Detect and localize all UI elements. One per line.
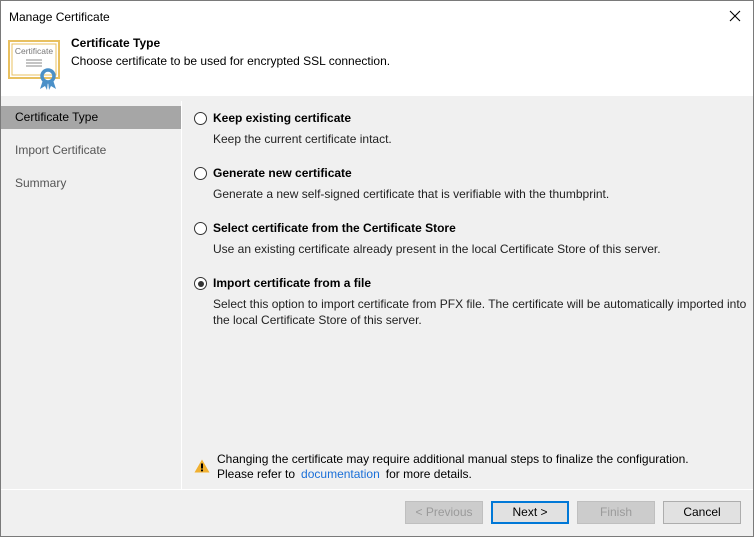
warning-suffix: for more details. — [385, 467, 472, 481]
option-label[interactable]: Select certificate from the Certificate … — [213, 221, 456, 235]
close-button[interactable] — [717, 1, 753, 31]
warning-prefix: Please refer to — [217, 467, 296, 481]
footer-divider — [1, 489, 753, 490]
warning-text-line2: Please refer to documentation for more det… — [217, 467, 472, 481]
warning-icon — [194, 459, 210, 473]
title-bar: Manage Certificate — [1, 1, 753, 33]
sidebar-item-summary[interactable]: Summary — [1, 172, 181, 195]
certificate-store-radio[interactable] — [194, 222, 207, 235]
option-description: Keep the current certificate intact. — [213, 132, 392, 146]
previous-button[interactable]: < Previous — [405, 501, 483, 524]
wizard-steps-sidebar: Certificate Type Import Certificate Summ… — [1, 101, 181, 489]
next-button[interactable]: Next > — [491, 501, 569, 524]
sidebar-item-certificate-type[interactable]: Certificate Type — [1, 106, 181, 129]
certificate-icon: Certificate — [8, 40, 60, 90]
import-file-radio[interactable] — [194, 277, 207, 290]
finish-button[interactable]: Finish — [577, 501, 655, 524]
close-icon — [729, 10, 741, 22]
wizard-header: Certificate Certificate Type Choose cert… — [1, 33, 753, 96]
page-subtitle: Choose certificate to be used for encryp… — [71, 54, 391, 68]
documentation-link[interactable]: documentation — [301, 467, 380, 481]
option-label[interactable]: Generate new certificate — [213, 166, 352, 180]
option-description: Use an existing certificate already pres… — [213, 242, 661, 256]
window-title: Manage Certificate — [9, 10, 110, 24]
cancel-button[interactable]: Cancel — [663, 501, 741, 524]
keep-existing-radio[interactable] — [194, 112, 207, 125]
sidebar-item-import-certificate[interactable]: Import Certificate — [1, 139, 181, 162]
generate-new-radio[interactable] — [194, 167, 207, 180]
option-description: Select this option to import certificate… — [213, 297, 747, 327]
warning-text: Changing the certificate may require add… — [217, 452, 689, 466]
manage-certificate-dialog: Manage Certificate Certificate Certifica… — [0, 0, 754, 537]
page-title: Certificate Type — [71, 36, 161, 50]
option-label[interactable]: Import certificate from a file — [213, 276, 371, 290]
certificate-icon-text: Certificate — [15, 46, 54, 56]
wizard-content: Keep existing certificate Keep the curre… — [182, 101, 753, 489]
option-label[interactable]: Keep existing certificate — [213, 111, 351, 125]
option-description: Generate a new self-signed certificate t… — [213, 187, 610, 201]
